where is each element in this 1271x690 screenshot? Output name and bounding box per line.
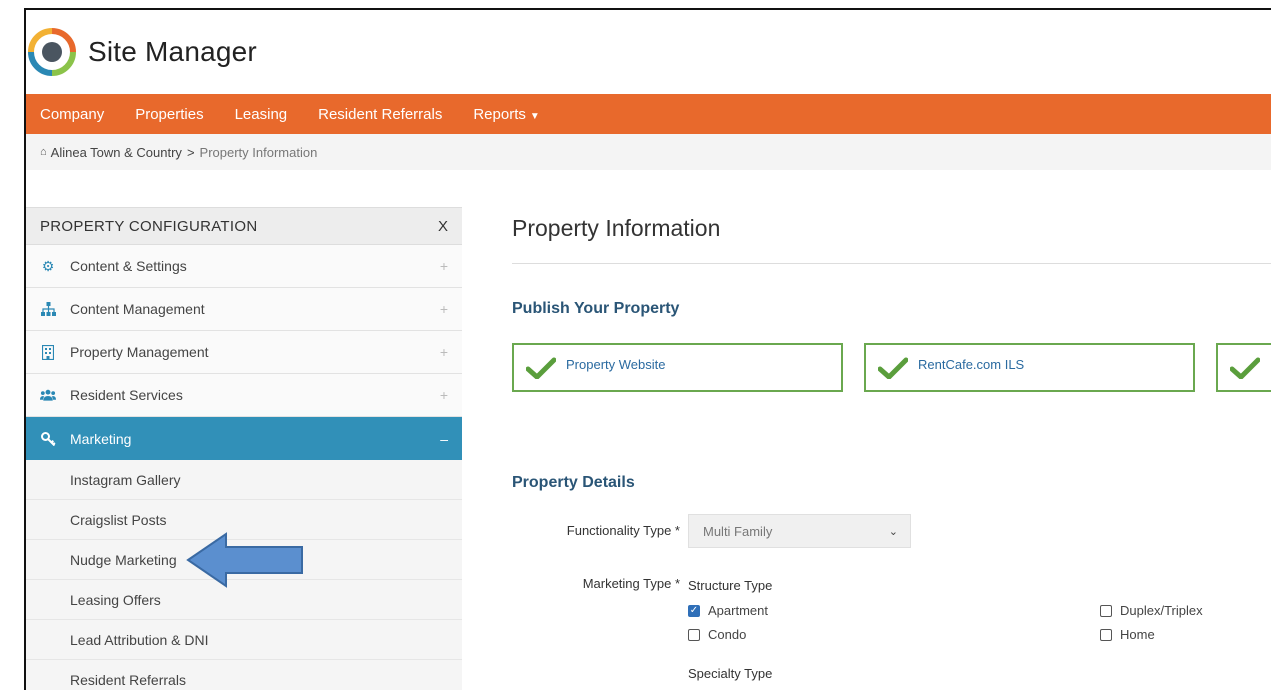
sidebar-item-label: Marketing <box>70 430 132 447</box>
sidebar-header: PROPERTY CONFIGURATION X <box>26 207 462 245</box>
checkbox-home[interactable]: Home <box>1100 627 1250 642</box>
details-section-title: Property Details <box>512 474 635 491</box>
building-icon <box>40 344 56 360</box>
sidebar-item-content-management[interactable]: Content Management + <box>26 288 462 331</box>
nav-properties[interactable]: Properties <box>135 106 203 123</box>
checkmark-icon <box>1230 357 1260 379</box>
functionality-type-value: Multi Family <box>703 523 773 539</box>
checkbox-empty-icon <box>688 628 700 641</box>
main-nav: Company Properties Leasing Resident Refe… <box>26 94 1271 134</box>
sidebar-item-label: Content & Settings <box>70 258 187 274</box>
checkbox-empty-icon <box>1100 628 1112 641</box>
property-config-sidebar: PROPERTY CONFIGURATION X ⚙ Content & Set… <box>26 207 462 690</box>
checkbox-label: Home <box>1120 627 1155 642</box>
sidebar-subitem-resident-referrals[interactable]: Resident Referrals <box>26 660 462 690</box>
checkmark-icon <box>878 357 908 379</box>
sidebar-item-label: Resident Services <box>70 387 183 403</box>
publish-card-property-website[interactable]: Property Website <box>512 343 843 392</box>
breadcrumb-current: Property Information <box>199 144 318 160</box>
checkmark-icon <box>526 357 556 379</box>
sitemap-icon <box>40 301 56 317</box>
checkbox-duplex-triplex[interactable]: Duplex/Triplex <box>1100 603 1250 618</box>
caret-down-icon: ▼ <box>529 110 540 122</box>
sidebar-title: PROPERTY CONFIGURATION <box>40 217 258 235</box>
sidebar-item-marketing[interactable]: Marketing – <box>26 417 462 460</box>
publish-card-label: Property Website <box>566 357 666 372</box>
nav-resident-referrals[interactable]: Resident Referrals <box>318 106 442 123</box>
site-manager-logo-icon <box>28 28 76 76</box>
marketing-label: Marketing Type * <box>582 576 680 591</box>
expand-icon: + <box>439 344 448 360</box>
checkbox-checked-icon: ✓ <box>688 604 700 617</box>
pointer-arrow-icon <box>186 532 303 588</box>
breadcrumb: ⌂ Alinea Town & Country > Property Infor… <box>26 134 1271 170</box>
breadcrumb-home[interactable]: Alinea Town & Country <box>51 145 182 160</box>
app-frame: Site Manager Company Properties Leasing … <box>24 8 1271 690</box>
nav-company[interactable]: Company <box>40 106 104 123</box>
sidebar-item-property-management[interactable]: Property Management + <box>26 331 462 374</box>
key-icon <box>40 431 56 447</box>
app-header: Site Manager <box>26 10 1271 94</box>
structure-type-title: Structure Type <box>688 578 773 593</box>
page-title: Property Information <box>512 215 721 241</box>
checkbox-apartment[interactable]: ✓ Apartment <box>688 603 1100 618</box>
specialty-type-title: Specialty Type <box>688 666 773 681</box>
sidebar-subitem-instagram-gallery[interactable]: Instagram Gallery <box>26 460 462 500</box>
checkbox-empty-icon <box>1100 604 1112 617</box>
title-divider <box>512 263 1271 264</box>
sidebar-item-label: Property Management <box>70 344 209 360</box>
app-title: Site Manager <box>88 36 257 67</box>
functionality-row: Functionality Type * Multi Family ⌄ <box>512 514 1271 548</box>
expand-icon: + <box>439 387 448 403</box>
main-content: Property Information Publish Your Proper… <box>512 207 1271 681</box>
nav-reports-label: Reports <box>473 105 526 123</box>
structure-type-block: Structure Type ✓ Apartment Duplex/Triplex… <box>688 576 1248 681</box>
checkbox-condo[interactable]: Condo <box>688 627 1100 642</box>
gear-icon: ⚙ <box>41 257 55 274</box>
home-icon: ⌂ <box>40 146 47 158</box>
publish-card-label: RentCafe.com ILS <box>918 357 1025 372</box>
sidebar-item-resident-services[interactable]: Resident Services + <box>26 374 462 417</box>
marketing-row: Marketing Type * Structure Type ✓ Apartme… <box>512 576 1271 681</box>
checkbox-label: Condo <box>708 627 747 642</box>
expand-icon: + <box>439 258 448 274</box>
breadcrumb-separator: > <box>186 144 195 160</box>
nav-reports[interactable]: Reports ▼ <box>473 106 539 123</box>
publish-card-rentcafe-ils[interactable]: RentCafe.com ILS <box>864 343 1195 392</box>
nav-leasing[interactable]: Leasing <box>235 106 288 123</box>
sidebar-subitem-lead-attribution[interactable]: Lead Attribution & DNI <box>26 620 462 660</box>
sidebar-item-label: Content Management <box>70 301 205 317</box>
checkbox-label: Duplex/Triplex <box>1120 603 1203 618</box>
sidebar-close-button[interactable]: X <box>438 218 448 235</box>
chevron-down-icon: ⌄ <box>888 525 898 538</box>
functionality-type-select[interactable]: Multi Family ⌄ <box>688 514 911 548</box>
sidebar-item-content-settings[interactable]: ⚙ Content & Settings + <box>26 245 462 288</box>
users-icon <box>40 387 56 403</box>
structure-type-options: ✓ Apartment Duplex/Triplex Condo Home <box>688 603 1248 642</box>
collapse-icon: – <box>440 430 448 447</box>
checkbox-label: Apartment <box>708 603 768 618</box>
publish-section-title: Publish Your Property <box>512 300 680 317</box>
functionality-label: Functionality Type * <box>566 523 680 538</box>
expand-icon: + <box>439 301 448 317</box>
publish-cards: Property Website RentCafe.com ILS <box>512 343 1271 392</box>
publish-card-third[interactable] <box>1216 343 1271 392</box>
